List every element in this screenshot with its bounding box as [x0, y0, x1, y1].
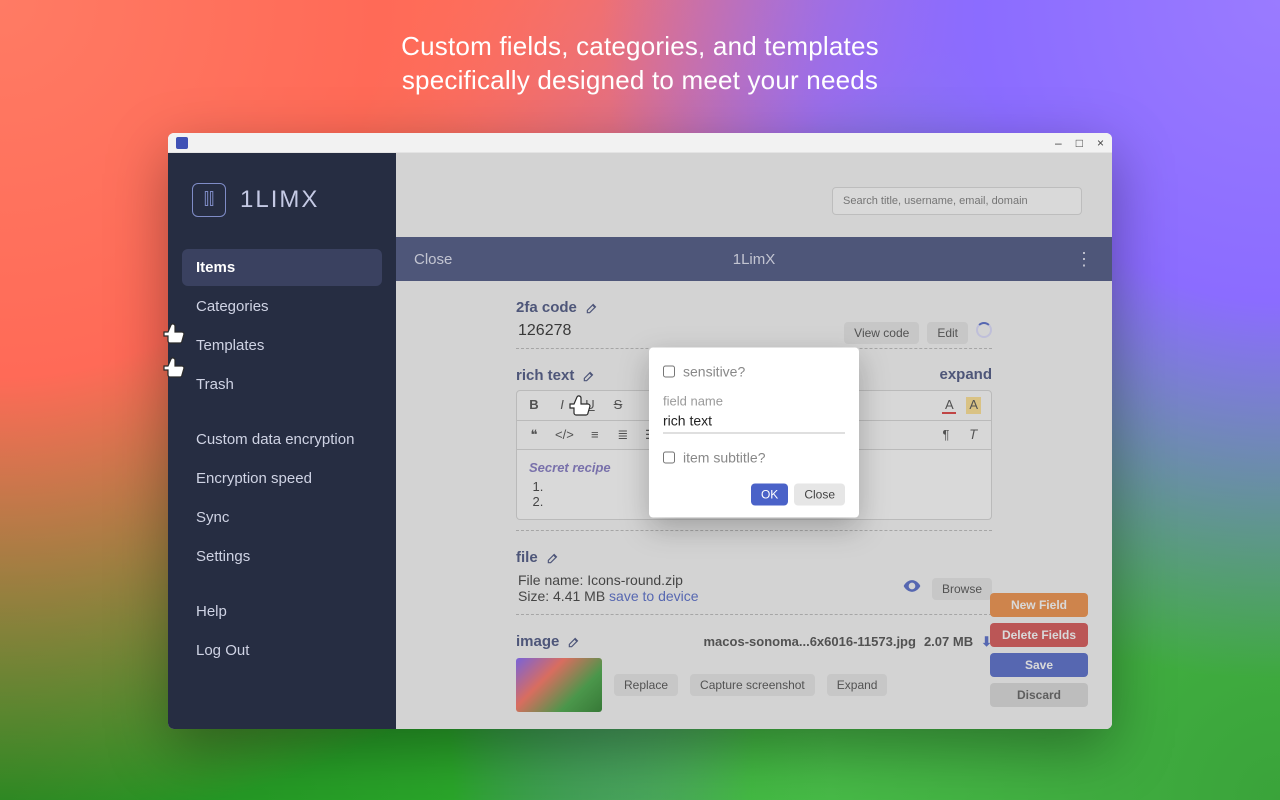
sensitive-checkbox[interactable]	[663, 366, 675, 378]
sidebar-item-speed[interactable]: Encryption speed	[182, 460, 382, 497]
app-window: – □ × ⫿⫿ 1LIMX Items Categories Template…	[168, 133, 1112, 729]
field-config-modal: sensitive? field name item subtitle? OK …	[649, 348, 859, 518]
app-titlebar-icon	[176, 137, 188, 149]
sidebar-item-sync[interactable]: Sync	[182, 499, 382, 536]
sidebar-item-categories[interactable]: Categories	[182, 288, 382, 325]
sidebar-item-logout[interactable]: Log Out	[182, 632, 382, 669]
sidebar-item-trash[interactable]: Trash	[182, 366, 382, 403]
sensitive-label: sensitive?	[683, 364, 745, 380]
sidebar-item-help[interactable]: Help	[182, 593, 382, 630]
brand: ⫿⫿ 1LIMX	[182, 173, 382, 243]
window-close-button[interactable]: ×	[1097, 136, 1104, 150]
hand-pointer-icon	[162, 320, 186, 344]
sidebar-item-encryption[interactable]: Custom data encryption	[182, 421, 382, 458]
subtitle-label: item subtitle?	[683, 450, 765, 466]
hand-pointer-icon	[568, 392, 592, 416]
fieldname-input[interactable]	[663, 411, 845, 434]
sidebar-item-templates[interactable]: Templates	[182, 327, 382, 364]
window-maximize-button[interactable]: □	[1076, 136, 1083, 150]
sidebar-nav: Items Categories Templates Trash Custom …	[182, 249, 382, 669]
sidebar-item-items[interactable]: Items	[182, 249, 382, 286]
sidebar: ⫿⫿ 1LIMX Items Categories Templates Tras…	[168, 153, 396, 729]
window-minimize-button[interactable]: –	[1055, 136, 1062, 150]
modal-ok-button[interactable]: OK	[751, 484, 788, 506]
brand-name: 1LIMX	[240, 186, 319, 214]
marketing-headline: Custom fields, categories, and templates…	[0, 30, 1280, 98]
window-titlebar: – □ ×	[168, 133, 1112, 153]
content-pane: Close 1LimX ⋮ 2fa code 126278 View code	[396, 153, 1112, 729]
sidebar-item-settings[interactable]: Settings	[182, 538, 382, 575]
fieldname-label: field name	[663, 394, 845, 409]
subtitle-checkbox[interactable]	[663, 452, 675, 464]
brand-logo-icon: ⫿⫿	[192, 183, 226, 217]
modal-close-button[interactable]: Close	[794, 484, 845, 506]
hand-pointer-icon	[162, 354, 186, 378]
